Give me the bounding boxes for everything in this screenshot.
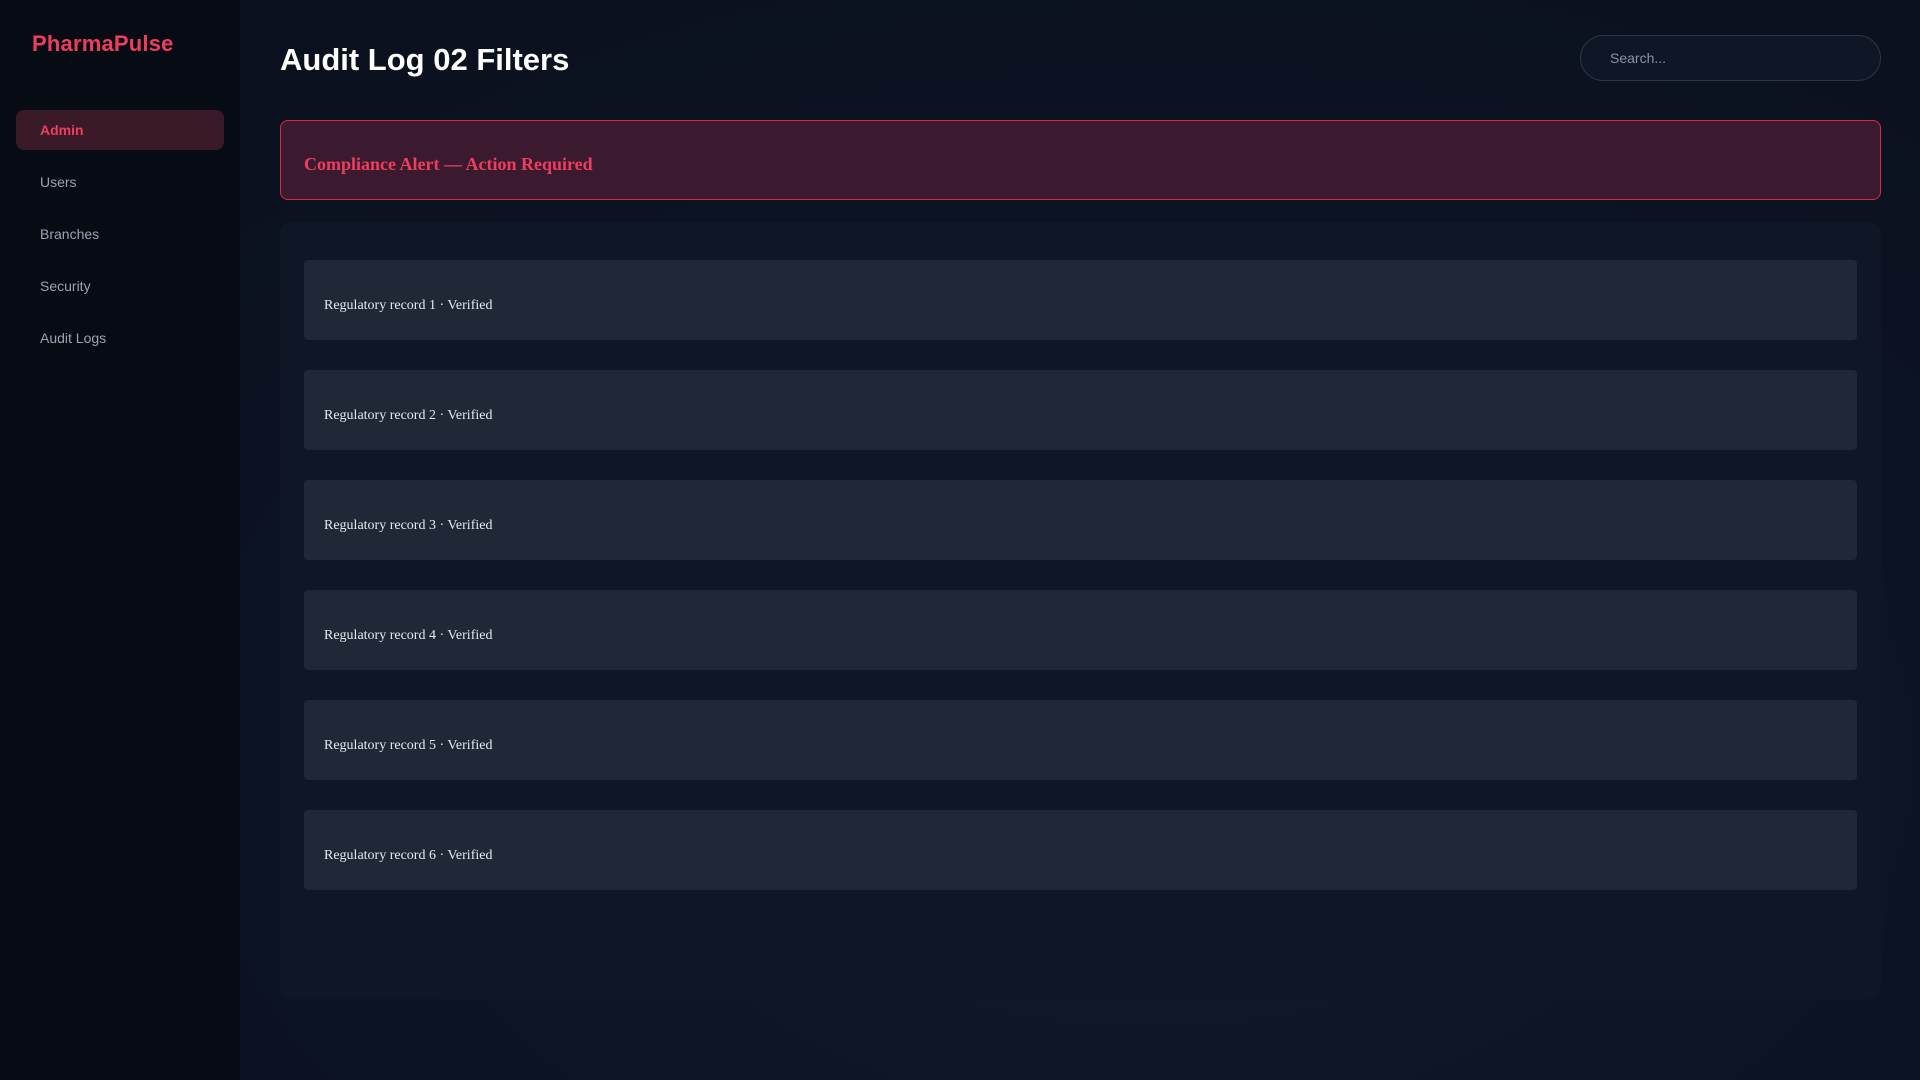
sidebar-item-branches[interactable]: Branches bbox=[16, 214, 224, 254]
record-label: Regulatory record 4 · Verified bbox=[324, 628, 493, 643]
sidebar-nav: Admin Users Branches Security Audit Logs bbox=[0, 110, 240, 358]
search-input[interactable] bbox=[1580, 35, 1881, 81]
record-label: Regulatory record 6 · Verified bbox=[324, 848, 493, 863]
app-root: PharmaPulse Admin Users Branches Securit… bbox=[0, 0, 1920, 1080]
record-row[interactable]: Regulatory record 2 · Verified bbox=[304, 370, 1857, 450]
sidebar-item-admin[interactable]: Admin bbox=[16, 110, 224, 150]
sidebar-item-users[interactable]: Users bbox=[16, 162, 224, 202]
record-label: Regulatory record 3 · Verified bbox=[324, 518, 493, 533]
sidebar-item-security[interactable]: Security bbox=[16, 266, 224, 306]
record-label: Regulatory record 5 · Verified bbox=[324, 738, 493, 753]
record-label: Regulatory record 2 · Verified bbox=[324, 408, 493, 423]
record-row[interactable]: Regulatory record 3 · Verified bbox=[304, 480, 1857, 560]
sidebar-item-audit-logs[interactable]: Audit Logs bbox=[16, 318, 224, 358]
record-row[interactable]: Regulatory record 1 · Verified bbox=[304, 260, 1857, 340]
brand-logo[interactable]: PharmaPulse bbox=[32, 30, 240, 58]
page-title: Audit Log 02 Filters bbox=[280, 42, 570, 77]
compliance-alert-banner: Compliance Alert — Action Required bbox=[280, 120, 1881, 200]
record-row[interactable]: Regulatory record 4 · Verified bbox=[304, 590, 1857, 670]
records-panel: Regulatory record 1 · Verified Regulator… bbox=[280, 222, 1881, 999]
record-row[interactable]: Regulatory record 6 · Verified bbox=[304, 810, 1857, 890]
record-label: Regulatory record 1 · Verified bbox=[324, 298, 493, 313]
record-row[interactable]: Regulatory record 5 · Verified bbox=[304, 700, 1857, 780]
main-content: Audit Log 02 Filters Compliance Alert — … bbox=[240, 0, 1920, 1080]
sidebar: PharmaPulse Admin Users Branches Securit… bbox=[0, 0, 240, 1080]
alert-text: Compliance Alert — Action Required bbox=[304, 154, 593, 174]
